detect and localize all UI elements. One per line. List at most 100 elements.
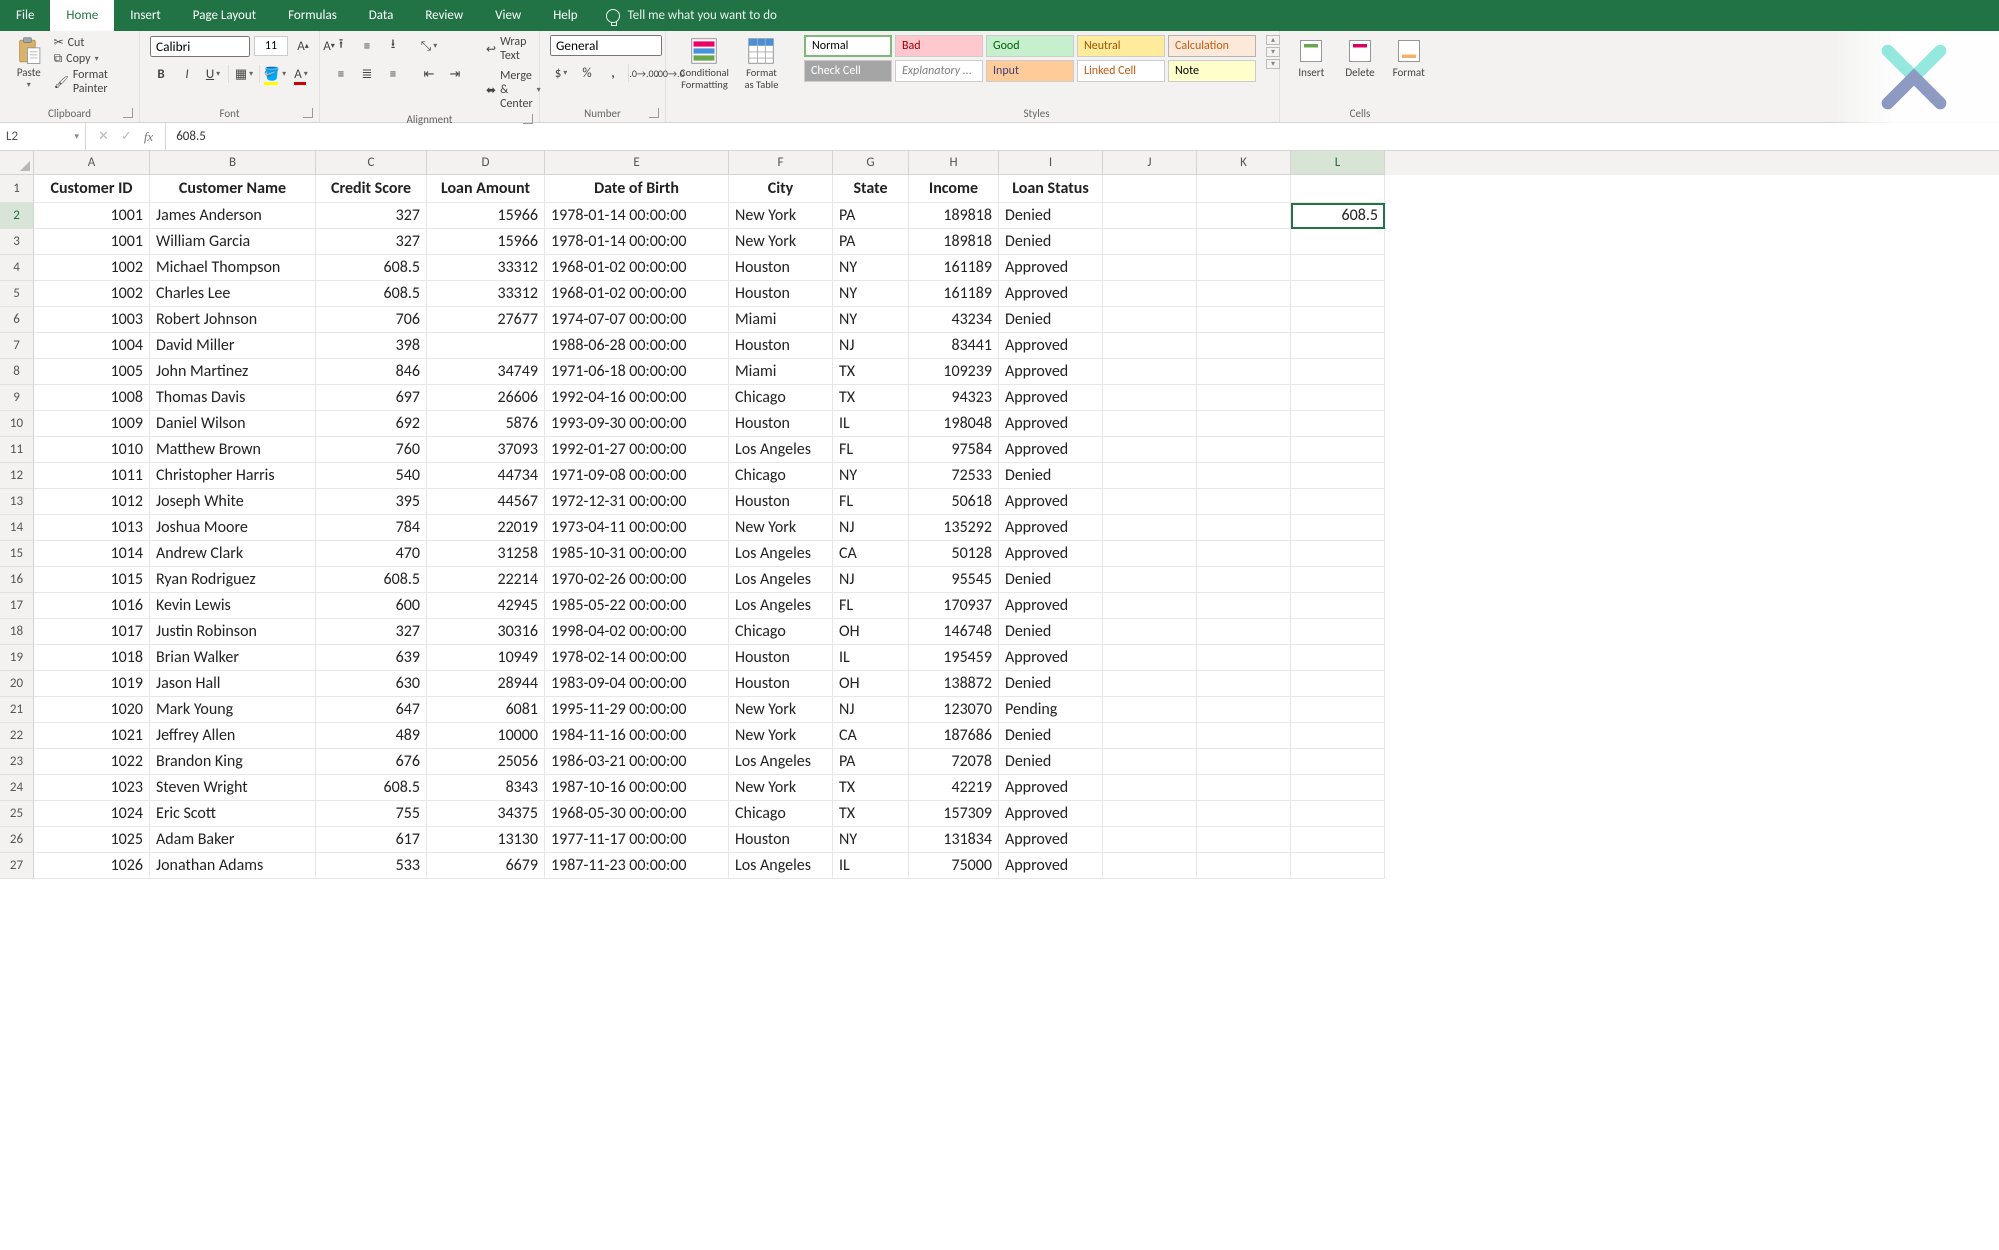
row-header-1[interactable]: 1 xyxy=(0,175,34,203)
cell-L9[interactable] xyxy=(1291,385,1385,411)
col-header-B[interactable]: B xyxy=(150,151,316,175)
cell-C5[interactable]: 608.5 xyxy=(316,281,427,307)
cell-H25[interactable]: 157309 xyxy=(909,801,999,827)
cell-C7[interactable]: 398 xyxy=(316,333,427,359)
cell-K23[interactable] xyxy=(1197,749,1291,775)
style-linked-cell[interactable]: Linked Cell xyxy=(1077,60,1165,82)
cell-A3[interactable]: 1001 xyxy=(34,229,150,255)
cell-A26[interactable]: 1025 xyxy=(34,827,150,853)
row-header-8[interactable]: 8 xyxy=(0,359,34,385)
cell-J6[interactable] xyxy=(1103,307,1197,333)
tab-formulas[interactable]: Formulas xyxy=(272,0,353,31)
col-header-F[interactable]: F xyxy=(729,151,833,175)
cell-A8[interactable]: 1005 xyxy=(34,359,150,385)
cell-E24[interactable]: 1987-10-16 00:00:00 xyxy=(545,775,729,801)
cell-D11[interactable]: 37093 xyxy=(427,437,545,463)
cell-E21[interactable]: 1995-11-29 00:00:00 xyxy=(545,697,729,723)
cell-D4[interactable]: 33312 xyxy=(427,255,545,281)
cell-B26[interactable]: Adam Baker xyxy=(150,827,316,853)
cell-I19[interactable]: Approved xyxy=(999,645,1103,671)
cell-D26[interactable]: 13130 xyxy=(427,827,545,853)
cell-J5[interactable] xyxy=(1103,281,1197,307)
cell-B18[interactable]: Justin Robinson xyxy=(150,619,316,645)
cell-L26[interactable] xyxy=(1291,827,1385,853)
cell-I9[interactable]: Approved xyxy=(999,385,1103,411)
cell-G24[interactable]: TX xyxy=(833,775,909,801)
tell-me-search[interactable]: Tell me what you want to do xyxy=(606,0,777,31)
cell-H7[interactable]: 83441 xyxy=(909,333,999,359)
cell-H17[interactable]: 170937 xyxy=(909,593,999,619)
cell-A5[interactable]: 1002 xyxy=(34,281,150,307)
style-note[interactable]: Note xyxy=(1168,60,1256,82)
cell-J23[interactable] xyxy=(1103,749,1197,775)
col-header-G[interactable]: G xyxy=(833,151,909,175)
cell-L11[interactable] xyxy=(1291,437,1385,463)
tab-help[interactable]: Help xyxy=(537,0,593,31)
cell-C4[interactable]: 608.5 xyxy=(316,255,427,281)
cell-G22[interactable]: CA xyxy=(833,723,909,749)
cell-E5[interactable]: 1968-01-02 00:00:00 xyxy=(545,281,729,307)
cell-L3[interactable] xyxy=(1291,229,1385,255)
cell-D16[interactable]: 22214 xyxy=(427,567,545,593)
cell-L4[interactable] xyxy=(1291,255,1385,281)
cell-D22[interactable]: 10000 xyxy=(427,723,545,749)
cell-F24[interactable]: New York xyxy=(729,775,833,801)
cell-K19[interactable] xyxy=(1197,645,1291,671)
cell-F7[interactable]: Houston xyxy=(729,333,833,359)
cell-H4[interactable]: 161189 xyxy=(909,255,999,281)
cell-G20[interactable]: OH xyxy=(833,671,909,697)
cell-E4[interactable]: 1968-01-02 00:00:00 xyxy=(545,255,729,281)
cell-K6[interactable] xyxy=(1197,307,1291,333)
cell-H18[interactable]: 146748 xyxy=(909,619,999,645)
cell-C11[interactable]: 760 xyxy=(316,437,427,463)
row-header-2[interactable]: 2 xyxy=(0,203,34,229)
cell-A4[interactable]: 1002 xyxy=(34,255,150,281)
col-header-D[interactable]: D xyxy=(427,151,545,175)
cell-F27[interactable]: Los Angeles xyxy=(729,853,833,879)
cell-B15[interactable]: Andrew Clark xyxy=(150,541,316,567)
cell-I15[interactable]: Approved xyxy=(999,541,1103,567)
cell-K26[interactable] xyxy=(1197,827,1291,853)
cell-A13[interactable]: 1012 xyxy=(34,489,150,515)
cell-J10[interactable] xyxy=(1103,411,1197,437)
cell-F22[interactable]: New York xyxy=(729,723,833,749)
cell-H14[interactable]: 135292 xyxy=(909,515,999,541)
cell-J3[interactable] xyxy=(1103,229,1197,255)
cell-G7[interactable]: NJ xyxy=(833,333,909,359)
cell-A17[interactable]: 1016 xyxy=(34,593,150,619)
increase-font-icon[interactable]: A▴ xyxy=(292,35,314,57)
font-name-input[interactable] xyxy=(150,36,250,57)
cell-I8[interactable]: Approved xyxy=(999,359,1103,385)
style-bad[interactable]: Bad xyxy=(895,35,983,57)
cell-F17[interactable]: Los Angeles xyxy=(729,593,833,619)
cell-G9[interactable]: TX xyxy=(833,385,909,411)
cell-J22[interactable] xyxy=(1103,723,1197,749)
cell-I21[interactable]: Pending xyxy=(999,697,1103,723)
cell-L17[interactable] xyxy=(1291,593,1385,619)
name-box[interactable]: L2 xyxy=(0,123,86,150)
cell-L7[interactable] xyxy=(1291,333,1385,359)
cell-E9[interactable]: 1992-04-16 00:00:00 xyxy=(545,385,729,411)
cell-C20[interactable]: 630 xyxy=(316,671,427,697)
cell-A14[interactable]: 1013 xyxy=(34,515,150,541)
cell-K21[interactable] xyxy=(1197,697,1291,723)
cell-C18[interactable]: 327 xyxy=(316,619,427,645)
cell-I3[interactable]: Denied xyxy=(999,229,1103,255)
cell-D6[interactable]: 27677 xyxy=(427,307,545,333)
cell-K14[interactable] xyxy=(1197,515,1291,541)
cell-E17[interactable]: 1985-05-22 00:00:00 xyxy=(545,593,729,619)
cell-E19[interactable]: 1978-02-14 00:00:00 xyxy=(545,645,729,671)
cell-G5[interactable]: NY xyxy=(833,281,909,307)
cell-E26[interactable]: 1977-11-17 00:00:00 xyxy=(545,827,729,853)
tab-file[interactable]: File xyxy=(0,0,50,31)
cell-I24[interactable]: Approved xyxy=(999,775,1103,801)
cell-B13[interactable]: Joseph White xyxy=(150,489,316,515)
cell-C16[interactable]: 608.5 xyxy=(316,567,427,593)
percent-format-icon[interactable]: % xyxy=(576,62,598,84)
cell-B16[interactable]: Ryan Rodriguez xyxy=(150,567,316,593)
cell-J21[interactable] xyxy=(1103,697,1197,723)
cell-F16[interactable]: Los Angeles xyxy=(729,567,833,593)
align-middle-icon[interactable]: ≡ xyxy=(356,35,378,57)
col-header-H[interactable]: H xyxy=(909,151,999,175)
cell-G8[interactable]: TX xyxy=(833,359,909,385)
